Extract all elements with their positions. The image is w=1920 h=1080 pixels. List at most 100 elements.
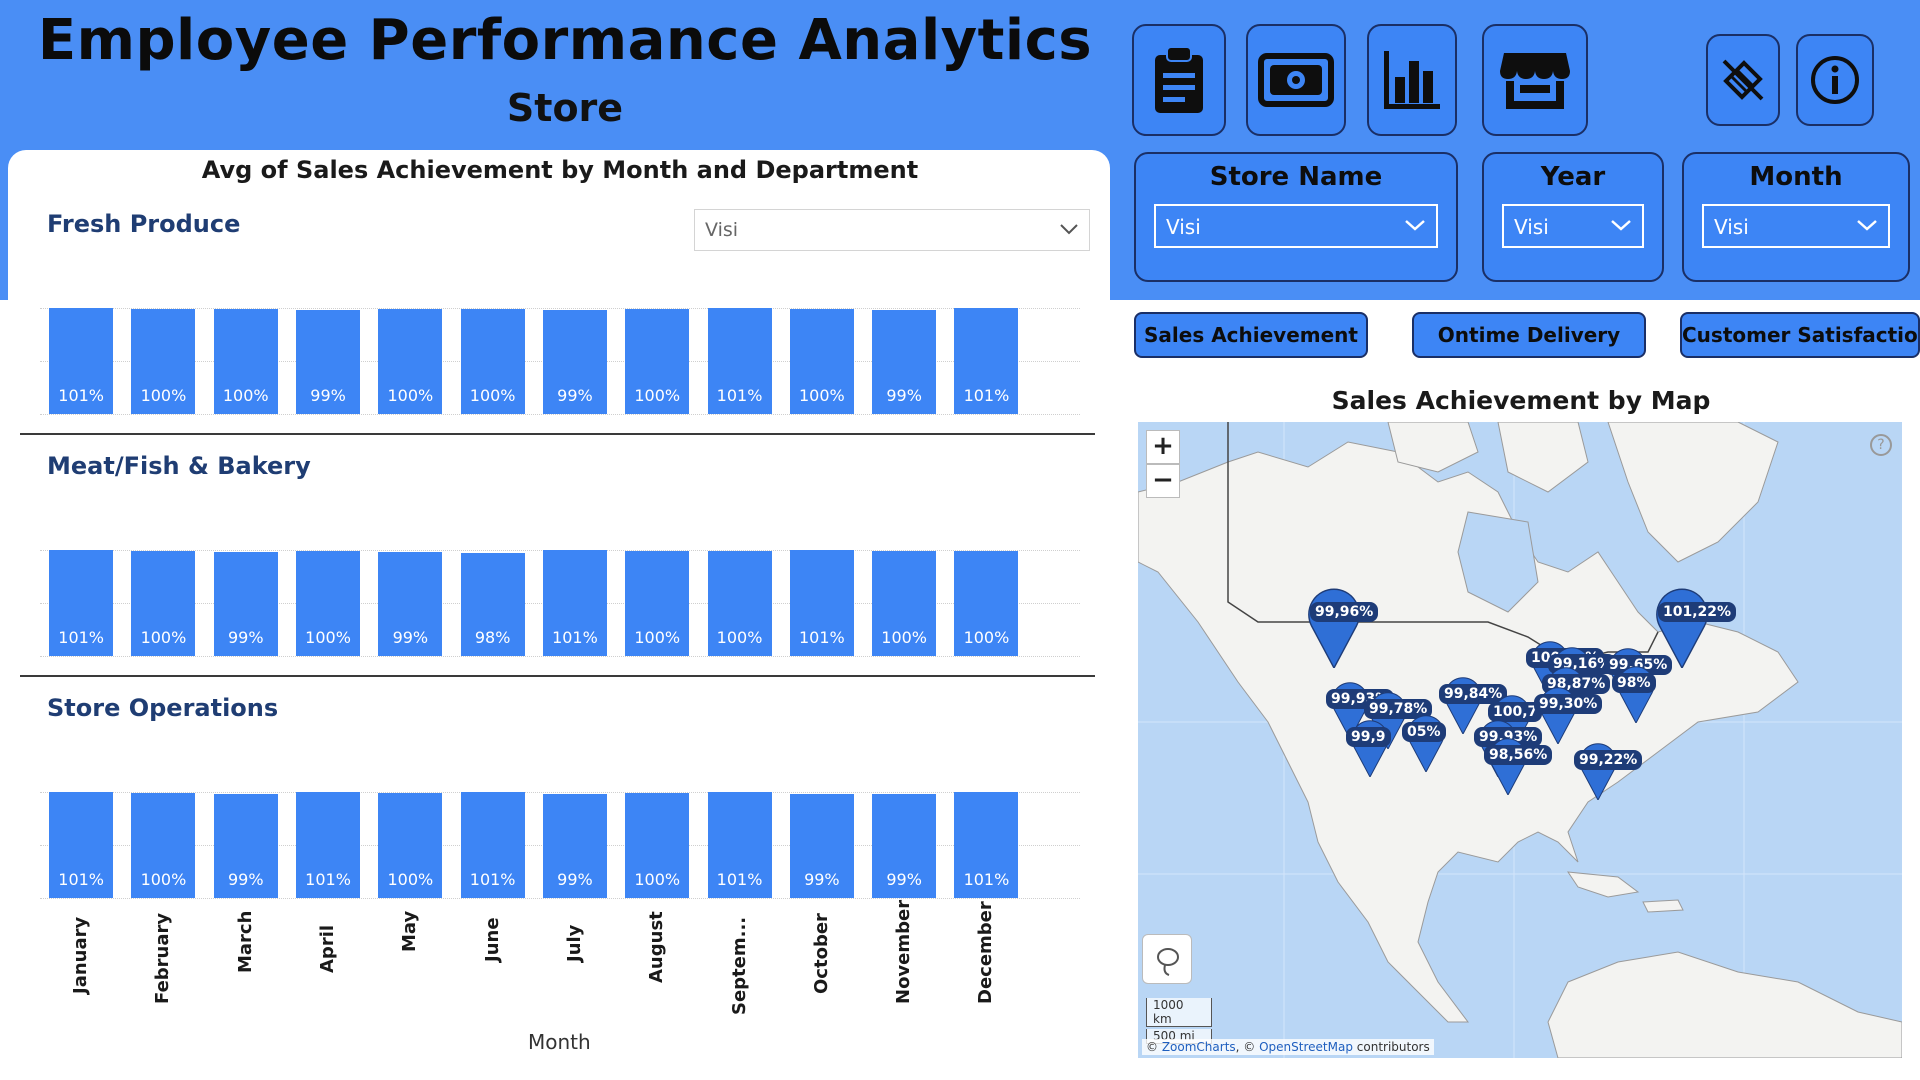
bar-label-1-10: 100%	[881, 628, 928, 647]
slicer-year: Year Visi	[1482, 152, 1664, 282]
bar-label-1-4: 99%	[392, 628, 429, 647]
month-tick-label-2: March	[234, 910, 256, 973]
zoomcharts-link[interactable]: ZoomCharts	[1162, 1040, 1236, 1054]
slicer-month-title: Month	[1749, 162, 1843, 192]
bar-label-1-2: 99%	[227, 628, 264, 647]
bar-label-1-1: 100%	[140, 628, 187, 647]
map-zoom-out-button[interactable]: −	[1146, 464, 1180, 498]
nav-button-analytics[interactable]	[1367, 24, 1457, 136]
slicer-store-name-value: Visi	[1166, 215, 1201, 239]
month-tick-label-10: November	[893, 899, 915, 1004]
sales-map[interactable]: + − ? 1000 km 500 mi © ZoomCharts, © Ope…	[1138, 422, 1902, 1058]
bar-label-1-5: 98%	[474, 628, 511, 647]
bar-label-0-2: 100%	[222, 386, 269, 405]
bar-chart-icon	[1384, 51, 1440, 109]
bar-label-1-7: 100%	[634, 628, 681, 647]
bar-label-0-10: 99%	[886, 386, 922, 405]
month-tick-label-1: February	[152, 912, 174, 1004]
bar-label-2-10: 99%	[886, 870, 922, 889]
gridline	[40, 792, 1080, 793]
department-dropdown[interactable]: Visi	[694, 209, 1090, 251]
pill-sales-achievement[interactable]: Sales Achievement	[1134, 312, 1368, 358]
map-title: Sales Achievement by Map	[1331, 386, 1711, 415]
chevron-down-icon	[1405, 220, 1425, 231]
slicer-store-name-title: Store Name	[1209, 162, 1383, 192]
panel-label-2: Store Operations	[47, 694, 279, 722]
lasso-icon	[1157, 948, 1179, 976]
map-pin-label: 101,22%	[1658, 602, 1737, 622]
nav-button-store[interactable]	[1482, 24, 1588, 136]
cash-icon	[1258, 53, 1334, 107]
bar-label-2-4: 100%	[387, 870, 434, 889]
map-pin-label: 98,56%	[1484, 745, 1553, 765]
bar-label-1-0: 101%	[58, 628, 105, 647]
map-pin-label: 99,9	[1346, 727, 1391, 747]
bar-label-2-1: 100%	[140, 870, 187, 889]
map-pin-icon[interactable]	[1306, 584, 1362, 672]
bar-label-0-0: 101%	[58, 386, 105, 405]
gridline	[40, 414, 1080, 415]
bar-label-2-5: 101%	[469, 870, 516, 889]
bar-label-0-7: 100%	[634, 386, 681, 405]
clipboard-icon	[1155, 46, 1203, 113]
page-title: Employee Performance Analytics	[37, 8, 1093, 73]
month-tick-label-0: January	[70, 916, 92, 994]
map-pin-label: 99,30%	[1534, 694, 1603, 714]
openstreetmap-link[interactable]: OpenStreetMap	[1259, 1040, 1353, 1054]
map-attribution: © ZoomCharts, © OpenStreetMap contributo…	[1142, 1039, 1434, 1055]
bar-label-1-3: 100%	[305, 628, 351, 647]
panel-label-0: Fresh Produce	[47, 210, 241, 238]
x-axis-title: Month	[528, 1030, 591, 1054]
map-help-icon[interactable]: ?	[1870, 434, 1892, 456]
info-icon	[1811, 56, 1859, 104]
slicer-year-dropdown[interactable]: Visi	[1502, 204, 1644, 248]
chevron-down-icon	[1060, 224, 1078, 235]
month-tick-label-8: Septem...	[728, 916, 750, 1015]
gridline	[40, 308, 1080, 309]
gridline	[40, 898, 1080, 899]
bar-label-2-0: 101%	[58, 870, 105, 889]
slicer-store-name-dropdown[interactable]: Visi	[1154, 204, 1438, 248]
nav-button-finance[interactable]	[1246, 24, 1346, 136]
clear-filters-button[interactable]	[1706, 34, 1780, 126]
slicer-month-dropdown[interactable]: Visi	[1702, 204, 1890, 248]
bar-label-2-2: 99%	[227, 870, 264, 889]
bar-label-1-8: 100%	[716, 628, 763, 647]
nav-button-reports[interactable]	[1132, 24, 1226, 136]
pill-ontime-delivery[interactable]: Ontime Delivery	[1412, 312, 1646, 358]
bar-label-0-3: 99%	[310, 386, 346, 405]
month-tick-label-9: October	[810, 912, 832, 994]
bar-label-0-11: 101%	[963, 386, 1010, 405]
gridline	[40, 656, 1080, 657]
slicer-store-name: Store Name Visi	[1134, 152, 1458, 282]
bar-label-2-11: 101%	[963, 870, 1010, 889]
chevron-down-icon	[1857, 220, 1877, 231]
pill-customer-satisfaction[interactable]: Customer Satisfaction	[1680, 312, 1920, 358]
slicer-year-title: Year	[1540, 162, 1606, 192]
bar-label-2-3: 101%	[305, 870, 351, 889]
month-tick-label-4: May	[399, 910, 421, 952]
bar-label-2-8: 101%	[716, 870, 763, 889]
clear-filters-icon	[1722, 59, 1764, 101]
slicer-month: Month Visi	[1682, 152, 1910, 282]
map-pin-label: 98%	[1612, 673, 1656, 693]
store-icon	[1500, 53, 1570, 109]
page-subtitle: Store	[506, 86, 624, 130]
department-dropdown-value: Visi	[705, 219, 739, 241]
map-zoom-in-button[interactable]: +	[1146, 430, 1180, 464]
month-tick-label-7: August	[646, 911, 668, 983]
bar-label-0-1: 100%	[140, 386, 187, 405]
slicer-month-value: Visi	[1714, 215, 1749, 239]
info-button[interactable]	[1796, 34, 1874, 126]
lasso-select-button[interactable]	[1142, 934, 1192, 984]
map-scale-km: 1000 km	[1146, 998, 1212, 1027]
bar-label-0-5: 100%	[469, 386, 516, 405]
panel-separator	[20, 433, 1095, 435]
map-pin-label: 05%	[1402, 722, 1446, 742]
bar-label-1-11: 100%	[963, 628, 1010, 647]
month-tick-label-5: June	[481, 917, 503, 962]
bar-label-2-6: 99%	[557, 870, 593, 889]
month-tick-label-6: July	[563, 924, 585, 962]
bar-label-0-4: 100%	[387, 386, 434, 405]
bar-label-0-6: 99%	[557, 386, 593, 405]
